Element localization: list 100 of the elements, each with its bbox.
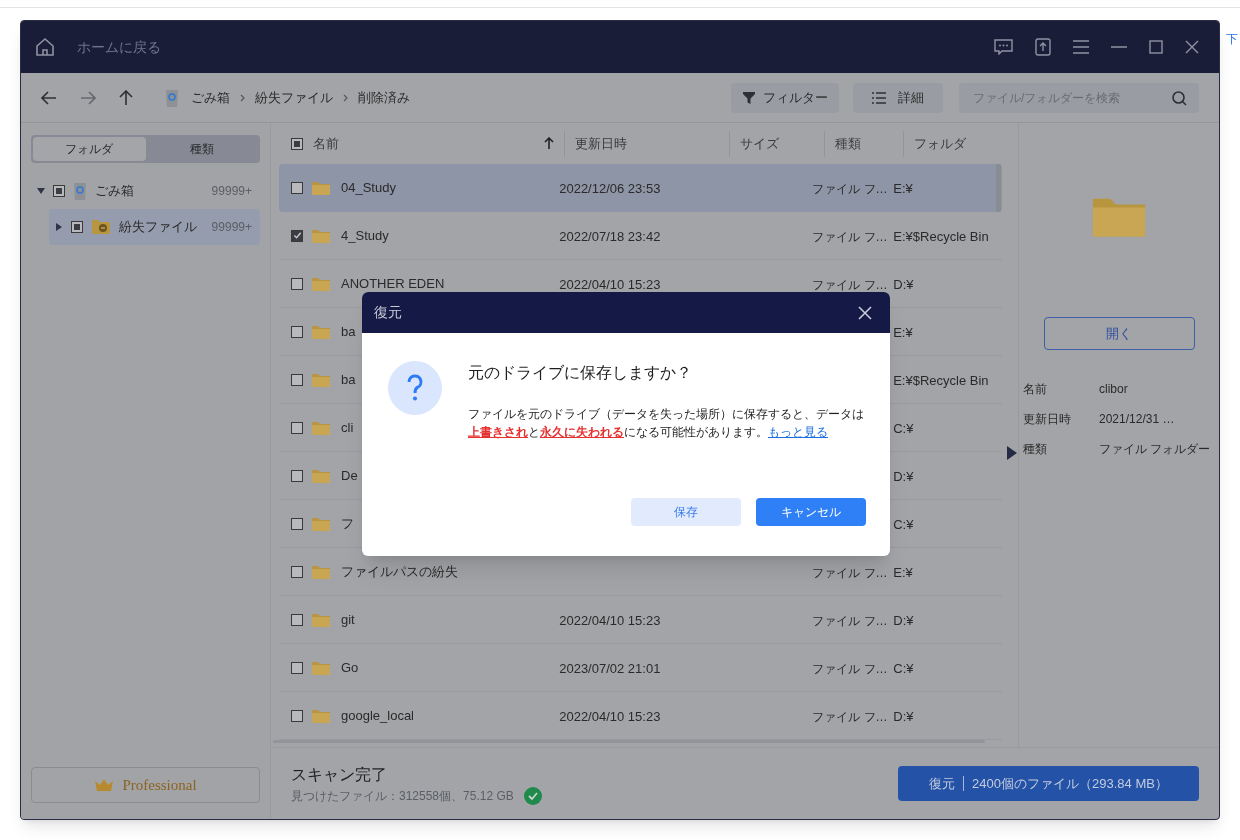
tree-item[interactable]: ごみ箱 99999+ — [31, 173, 260, 209]
folder-icon — [311, 563, 331, 580]
folder-path: C:¥ — [893, 516, 914, 532]
upload-icon[interactable] — [1035, 38, 1051, 56]
folder-icon — [311, 419, 331, 436]
folder-path: D:¥ — [893, 612, 914, 628]
folder-path: D:¥ — [893, 708, 914, 724]
folder-icon — [311, 180, 331, 196]
detail-value: ファイル フォルダー — [1099, 441, 1211, 459]
home-link[interactable]: ホームに戻る — [77, 36, 161, 58]
detail-label: 種類 — [1023, 441, 1048, 459]
column-header[interactable]: サイズ — [729, 130, 824, 157]
column-header[interactable]: 種類 — [824, 130, 903, 157]
file-name: ba — [341, 370, 356, 389]
cancel-button[interactable]: キャンセル — [756, 498, 866, 526]
chat-icon[interactable] — [994, 39, 1013, 55]
folder-path: E:¥ — [893, 181, 913, 196]
home-icon[interactable] — [35, 37, 55, 57]
tree-item[interactable]: 紛失ファイル 99999+ — [49, 209, 260, 245]
checkbox[interactable] — [291, 565, 303, 578]
checkbox[interactable] — [291, 421, 303, 434]
sort-arrow-icon[interactable] — [544, 137, 554, 150]
folder-path: C:¥ — [893, 420, 914, 436]
tree-label: 紛失ファイル — [119, 218, 198, 237]
folder-path: E:¥ — [893, 564, 913, 580]
folder-icon — [311, 227, 331, 244]
file-type: ファイル フ… — [812, 182, 888, 196]
modified-date: 2023/07/02 21:01 — [559, 660, 661, 676]
folder-icon — [311, 515, 331, 532]
question-icon — [388, 361, 442, 415]
file-name: Go — [341, 658, 359, 677]
file-name: git — [341, 610, 355, 629]
breadcrumb-item[interactable]: 削除済み — [358, 87, 410, 108]
menu-icon[interactable] — [1073, 40, 1089, 54]
search-icon[interactable] — [1172, 90, 1187, 106]
learn-more-link[interactable]: もっと見る — [768, 425, 828, 439]
checkbox[interactable] — [291, 277, 303, 290]
file-name: ANOTHER EDEN — [341, 274, 445, 293]
save-button[interactable]: 保存 — [631, 498, 741, 526]
checkbox[interactable] — [291, 373, 303, 386]
checkbox[interactable] — [291, 325, 303, 338]
file-type: ファイル フ… — [812, 277, 888, 292]
maximize-icon[interactable] — [1149, 40, 1163, 54]
checkbox[interactable] — [291, 182, 303, 194]
file-name: ba — [341, 322, 356, 341]
detail-value: clibor — [1099, 381, 1128, 399]
column-header[interactable]: フォルダ — [903, 130, 1021, 157]
checkbox[interactable] — [291, 469, 303, 482]
file-name: フ — [341, 514, 354, 533]
folder-icon — [311, 323, 331, 340]
breadcrumb-item[interactable]: 紛失ファイル — [255, 87, 333, 108]
table-row[interactable]: git 2022/04/10 15:23 ファイル フ… D:¥ — [279, 596, 1002, 644]
checkbox[interactable] — [291, 709, 303, 722]
table-row[interactable]: 4_Study 2022/07/18 23:42 ファイル フ… E:¥$Recycle Bin — [279, 212, 1002, 260]
collapse-handle-icon[interactable] — [1007, 446, 1017, 460]
file-name: google_local — [341, 706, 414, 725]
file-name: 4_Study — [341, 226, 389, 245]
view-tab[interactable]: フォルダ — [33, 137, 146, 161]
scan-summary: 見つけたファイル：312558個、75.12 GB — [291, 787, 514, 805]
tree-label: ごみ箱 — [95, 182, 135, 201]
chevron-right-icon — [343, 93, 348, 102]
table-row[interactable]: 04_Study 2022/12/06 23:53 ファイル フ… E:¥ — [279, 164, 1002, 212]
checkbox[interactable] — [291, 137, 303, 150]
column-header[interactable]: 更新日時 — [564, 130, 729, 157]
up-arrow-icon[interactable] — [119, 89, 133, 106]
checkbox[interactable] — [291, 661, 303, 674]
details-button[interactable]: 詳細 — [853, 82, 943, 113]
modified-date: 2022/04/10 15:23 — [559, 612, 661, 628]
close-icon[interactable] — [1185, 40, 1199, 54]
view-tab[interactable]: 種類 — [145, 137, 258, 161]
open-button[interactable]: 開く — [1043, 317, 1195, 351]
detail-value: 2021/12/31 … — [1099, 411, 1175, 429]
file-type: ファイル フ… — [812, 709, 888, 724]
filter-button[interactable]: フィルター — [731, 82, 839, 113]
expand-caret-icon[interactable] — [55, 223, 63, 231]
close-icon[interactable] — [858, 305, 872, 320]
file-name: De — [341, 466, 358, 485]
file-type: ファイル フ… — [812, 565, 888, 580]
folder-path: E:¥$Recycle Bin — [893, 372, 989, 388]
table-row[interactable]: Go 2023/07/02 21:01 ファイル フ… C:¥ — [279, 644, 1002, 692]
page-link[interactable]: 下 — [1226, 30, 1238, 48]
vertical-scrollbar[interactable] — [996, 164, 1001, 212]
file-name: cli — [341, 418, 354, 437]
detail-label: 名前 — [1023, 381, 1048, 399]
checkbox[interactable] — [291, 229, 303, 242]
item-count: 99999+ — [211, 219, 252, 236]
column-header[interactable]: 名前 — [303, 130, 564, 157]
crown-icon — [94, 778, 115, 792]
chevron-right-icon — [240, 93, 245, 102]
modified-date: 2022/12/06 23:53 — [559, 181, 661, 196]
expand-caret-icon[interactable] — [37, 187, 45, 195]
back-arrow-icon[interactable] — [41, 90, 57, 105]
file-name: ファイルパスの紛失 — [341, 562, 458, 581]
recover-button[interactable]: 復元 2400個のファイル（293.84 MB） — [898, 766, 1199, 801]
breadcrumb-item[interactable]: ごみ箱 — [191, 87, 230, 108]
checkbox[interactable] — [53, 185, 65, 197]
folder-icon — [311, 371, 331, 388]
checkbox[interactable] — [71, 221, 83, 233]
checkbox[interactable] — [291, 517, 303, 530]
checkbox[interactable] — [291, 613, 303, 626]
